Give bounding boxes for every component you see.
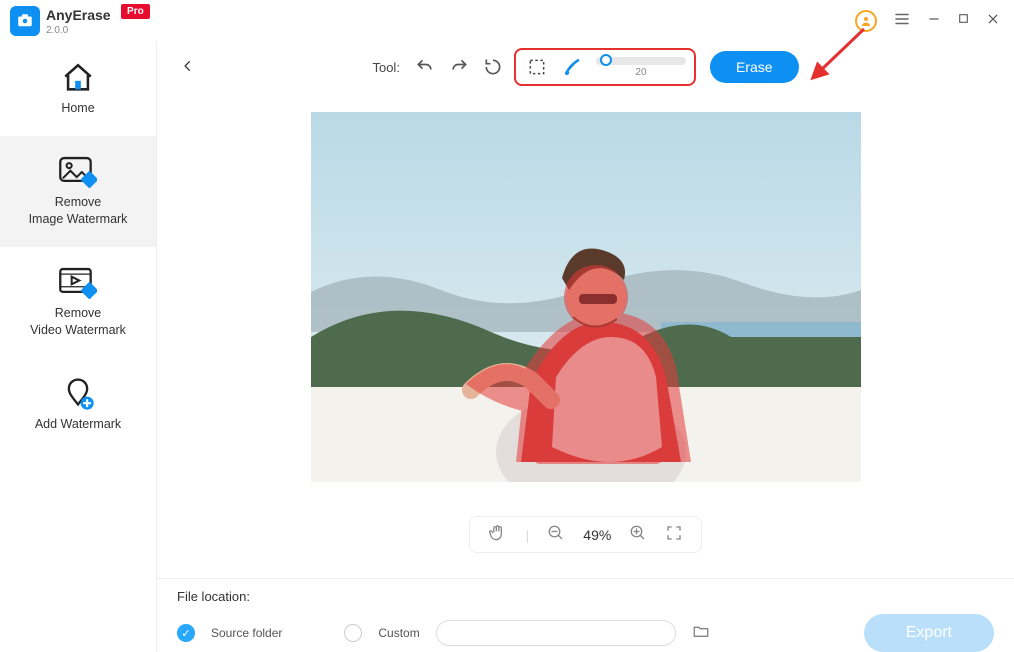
app-name: AnyErase <box>46 7 111 23</box>
erase-button[interactable]: Erase <box>710 51 799 83</box>
sidebar-item-label: Remove <box>6 305 150 323</box>
source-folder-radio[interactable]: ✓ <box>177 624 195 642</box>
sidebar-item-label: Remove <box>6 194 150 212</box>
source-folder-label: Source folder <box>211 626 282 640</box>
maximize-icon[interactable] <box>957 12 970 30</box>
close-icon[interactable] <box>986 12 1000 31</box>
pro-badge: Pro <box>121 4 150 19</box>
file-location-label: File location: <box>177 589 994 604</box>
sidebar-item-label: Add Watermark <box>6 416 150 434</box>
sidebar-item-add-watermark[interactable]: Add Watermark <box>0 358 156 452</box>
workspace: Tool: <box>156 42 1014 652</box>
app-logo-icon <box>10 6 40 36</box>
image-watermark-icon <box>6 154 150 190</box>
pan-hand-icon[interactable] <box>488 523 508 546</box>
undo-icon[interactable] <box>412 54 438 80</box>
sidebar-item-remove-video-watermark[interactable]: Remove Video Watermark <box>0 247 156 358</box>
account-icon[interactable] <box>855 10 877 32</box>
tool-selection-highlight: 20 <box>514 48 696 86</box>
toolbar: Tool: <box>157 42 1014 92</box>
zoom-out-icon[interactable] <box>547 524 565 545</box>
brush-size-slider[interactable]: 20 <box>596 57 686 78</box>
zoom-level: 49% <box>583 527 611 543</box>
sidebar-item-label2: Image Watermark <box>6 211 150 229</box>
sidebar-item-label: Home <box>6 100 150 118</box>
zoom-in-icon[interactable] <box>629 524 647 545</box>
reset-icon[interactable] <box>480 54 506 80</box>
menu-icon[interactable] <box>893 10 911 33</box>
image-preview[interactable] <box>311 112 861 482</box>
sidebar-item-home[interactable]: Home <box>0 42 156 136</box>
redo-icon[interactable] <box>446 54 472 80</box>
video-watermark-icon <box>6 265 150 301</box>
tool-label: Tool: <box>372 60 399 75</box>
custom-path-input[interactable] <box>436 620 676 646</box>
zoom-toolbar: | 49% <box>469 516 703 553</box>
back-button[interactable] <box>173 53 203 82</box>
export-button[interactable]: Export <box>864 614 994 652</box>
app-version: 2.0.0 <box>46 25 150 36</box>
canvas-area: | 49% <box>157 92 1014 578</box>
window-controls <box>855 10 1000 33</box>
sidebar: Home Remove Image Watermark Remove Video… <box>0 42 156 652</box>
browse-folder-icon[interactable] <box>692 622 710 645</box>
custom-folder-radio[interactable] <box>344 624 362 642</box>
minimize-icon[interactable] <box>927 12 941 31</box>
brush-size-value: 20 <box>635 67 646 78</box>
sidebar-item-label2: Video Watermark <box>6 322 150 340</box>
bottom-panel: File location: ✓ Source folder Custom Ex… <box>157 578 1014 652</box>
rectangle-select-icon[interactable] <box>524 54 550 80</box>
custom-folder-label: Custom <box>378 626 419 640</box>
home-icon <box>6 60 150 96</box>
title-bar: AnyErase Pro 2.0.0 <box>0 0 1014 42</box>
fullscreen-icon[interactable] <box>665 524 683 545</box>
sidebar-item-remove-image-watermark[interactable]: Remove Image Watermark <box>0 136 156 247</box>
add-watermark-icon <box>6 376 150 412</box>
brush-icon[interactable] <box>560 54 586 80</box>
app-title-block: AnyErase Pro 2.0.0 <box>46 7 150 36</box>
